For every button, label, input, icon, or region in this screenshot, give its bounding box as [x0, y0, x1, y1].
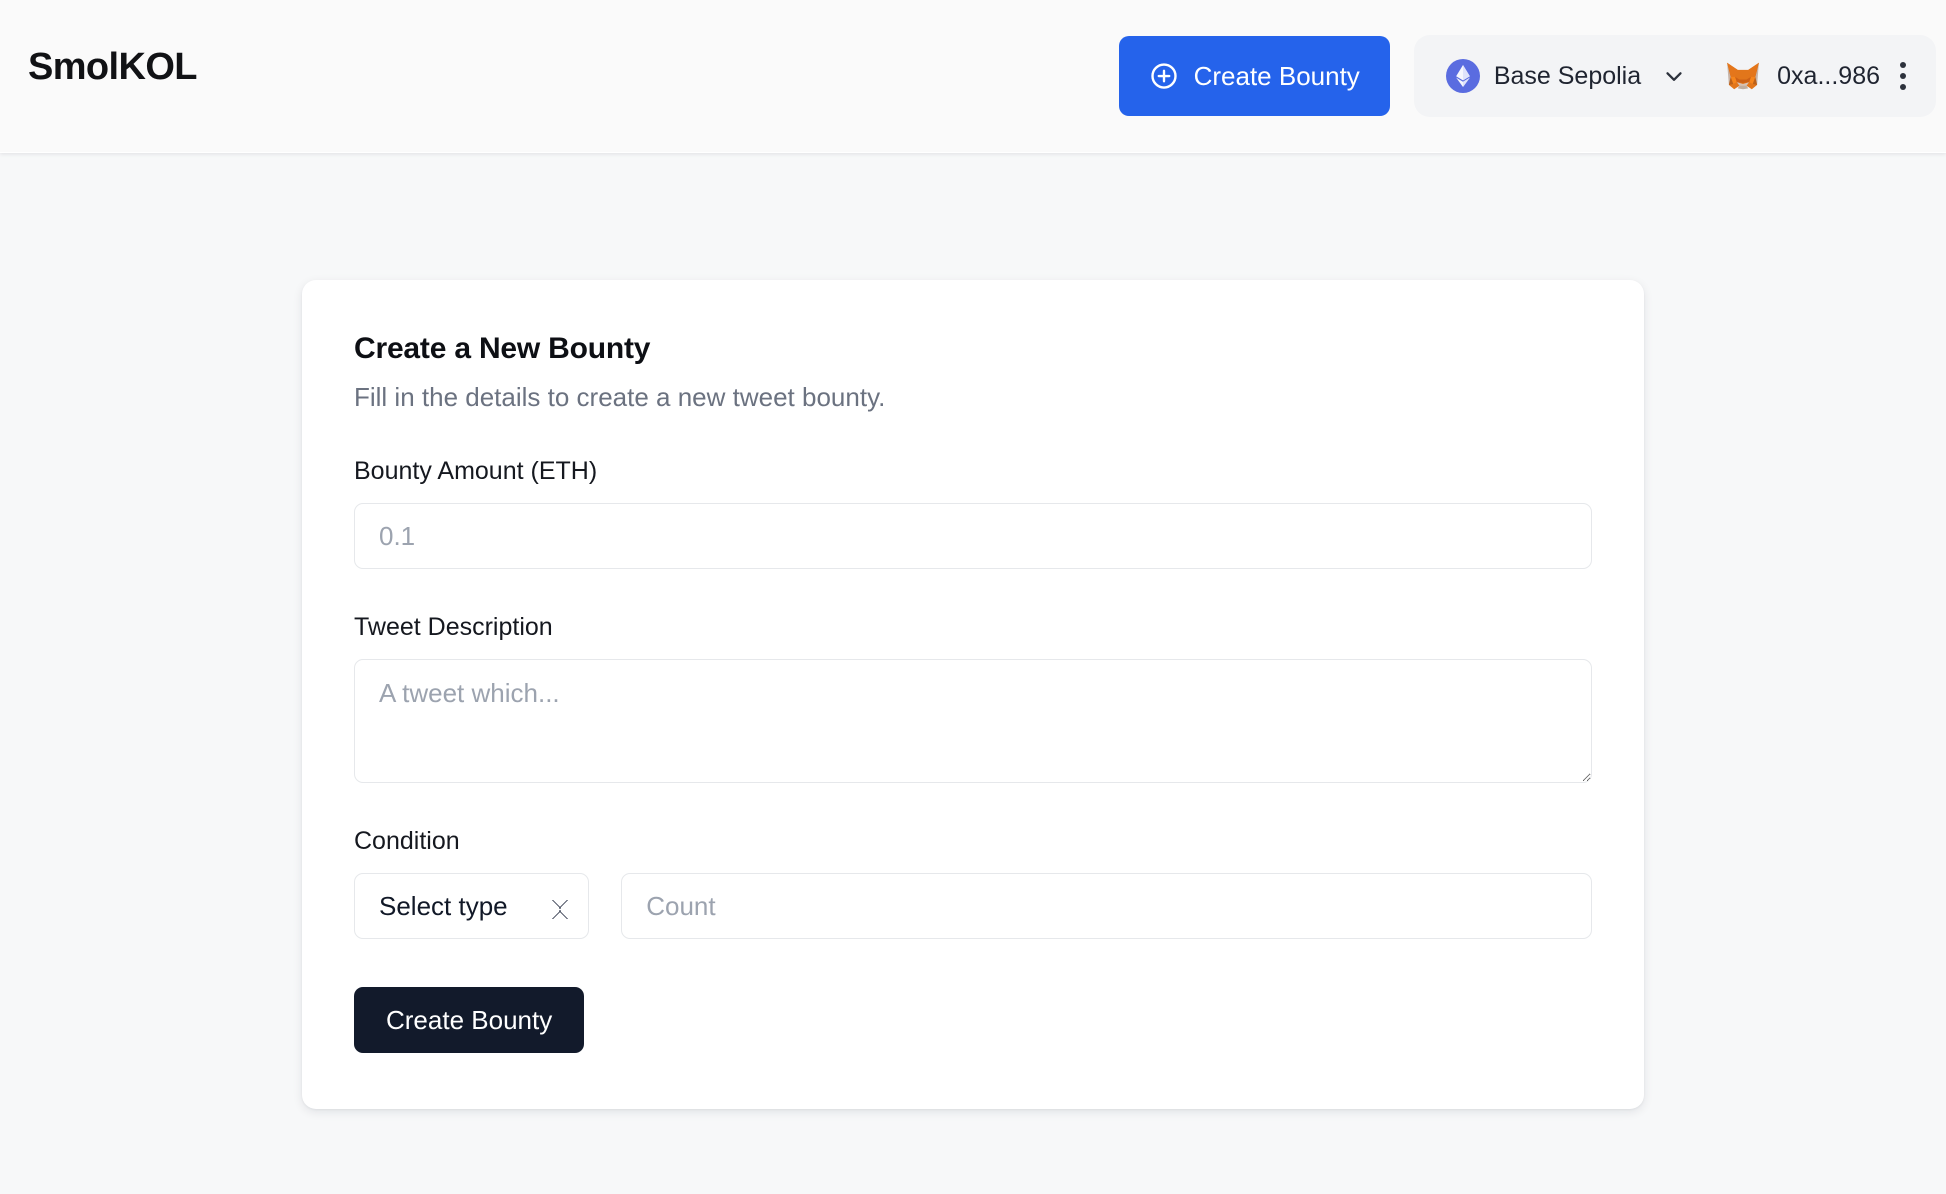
bounty-amount-field-group: Bounty Amount (ETH): [354, 457, 1592, 569]
chevron-down-icon: [1666, 72, 1682, 81]
ethereum-glyph: [1455, 65, 1470, 87]
kebab-dot-3: [1900, 84, 1906, 90]
bounty-amount-label: Bounty Amount (ETH): [354, 457, 598, 485]
app-logo: SmolKOL: [28, 46, 198, 88]
kebab-dot-1: [1900, 62, 1906, 68]
header-actions: Create Bounty Base Sepolia 0xa...986: [1118, 0, 1936, 152]
metamask-fox-icon: [1727, 62, 1760, 90]
kebab-dot-2: [1900, 73, 1906, 79]
bounty-amount-input[interactable]: [354, 503, 1592, 569]
ethereum-icon: [1445, 59, 1480, 93]
submit-create-bounty-label: Create Bounty: [386, 1004, 553, 1035]
create-bounty-header-label: Create Bounty: [1193, 60, 1360, 91]
network-selector[interactable]: Base Sepolia: [1436, 51, 1697, 101]
condition-row: Select type: [354, 873, 1592, 939]
tweet-description-textarea[interactable]: [354, 659, 1592, 783]
submit-create-bounty-button[interactable]: Create Bounty: [354, 987, 585, 1053]
account-address: 0xa...986: [1777, 61, 1880, 90]
card-title: Create a New Bounty: [354, 332, 651, 365]
wallet-bar: Base Sepolia 0xa...986: [1413, 35, 1936, 117]
kebab-menu-icon[interactable]: [1886, 52, 1920, 100]
condition-field-group: Condition Select type: [354, 827, 1592, 939]
tweet-description-label: Tweet Description: [354, 613, 553, 641]
condition-count-input[interactable]: [621, 873, 1592, 939]
card-subtitle: Fill in the details to create a new twee…: [354, 382, 886, 412]
condition-type-select[interactable]: Select type: [354, 873, 590, 939]
main-content: Create a New Bounty Fill in the details …: [0, 152, 1946, 1194]
tweet-description-field-group: Tweet Description: [354, 613, 1592, 783]
app-header: SmolKOL Create Bounty Base Sepolia 0xa..…: [0, 0, 1946, 152]
condition-label: Condition: [354, 827, 460, 855]
network-label: Base Sepolia: [1493, 61, 1642, 90]
create-bounty-header-button[interactable]: Create Bounty: [1118, 36, 1390, 116]
create-bounty-card: Create a New Bounty Fill in the details …: [302, 280, 1644, 1109]
plus-circle-icon: [1150, 63, 1177, 89]
account-button[interactable]: 0xa...986: [1697, 53, 1886, 99]
